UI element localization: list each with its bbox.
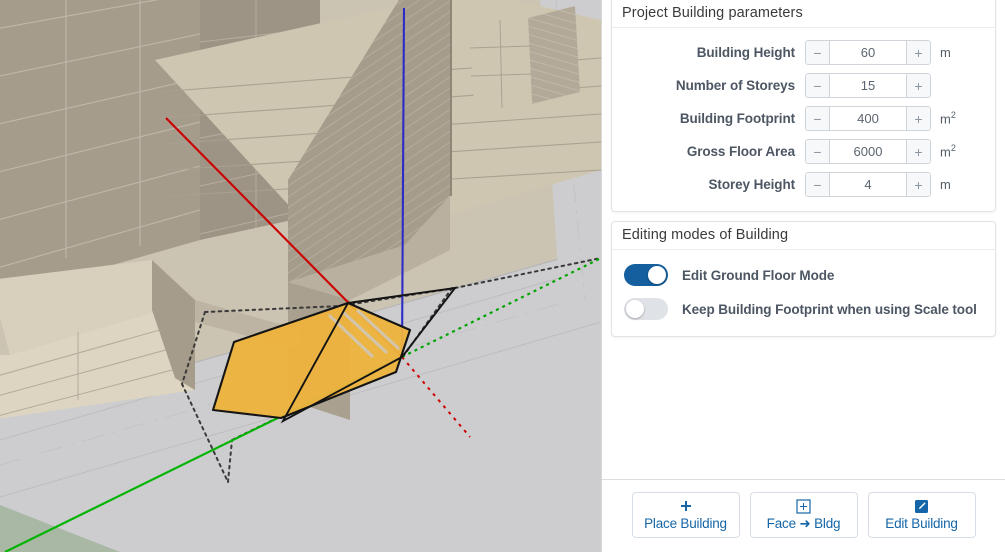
label-edit-ground-floor-mode: Edit Ground Floor Mode — [682, 267, 835, 283]
input-building-footprint[interactable]: 400 — [829, 106, 907, 131]
editing-modes-header: Editing modes of Building — [612, 222, 995, 250]
project-parameters-body: Building Height − 60 + m Number of Store… — [612, 28, 995, 211]
decrement-building-height[interactable]: − — [805, 40, 829, 65]
label-building-footprint: Building Footprint — [679, 111, 795, 126]
pencil-square-icon — [914, 498, 929, 515]
tower-slab-face-2 — [528, 6, 580, 104]
unit-text-building-height: m — [940, 45, 951, 60]
building-parameters-panel: Project Building parameters Building Hei… — [601, 0, 1005, 552]
project-parameters-header: Project Building parameters — [612, 0, 995, 28]
edit-building-label: Edit Building — [885, 516, 958, 531]
spinner-gross-floor-area: − 6000 + — [805, 139, 931, 164]
place-building-button[interactable]: Place Building — [631, 492, 740, 538]
editing-modes-card: Editing modes of Building Edit Ground Fl… — [611, 221, 996, 337]
spinner-number-of-storeys: − 15 + — [805, 73, 931, 98]
square-plus-icon — [796, 498, 811, 515]
unit-storey-height: m — [940, 177, 958, 192]
toggle-row-edit-ground-floor-mode: Edit Ground Floor Mode — [622, 258, 985, 292]
unit-building-footprint: m2 — [940, 110, 958, 126]
increment-building-height[interactable]: + — [907, 40, 931, 65]
spinner-storey-height: − 4 + — [805, 172, 931, 197]
label-number-of-storeys: Number of Storeys — [675, 78, 795, 93]
decrement-number-of-storeys[interactable]: − — [805, 73, 829, 98]
toggle-knob — [648, 266, 666, 284]
unit-text-building-footprint: m — [940, 111, 951, 127]
unit-gross-floor-area: m2 — [940, 143, 958, 159]
project-parameters-card: Project Building parameters Building Hei… — [611, 0, 996, 212]
increment-building-footprint[interactable]: + — [907, 106, 931, 131]
toggle-row-keep-building-footprint: Keep Building Footprint when using Scale… — [622, 292, 985, 326]
spinner-building-footprint: − 400 + — [805, 106, 931, 131]
label-gross-floor-area: Gross Floor Area — [686, 144, 795, 159]
increment-storey-height[interactable]: + — [907, 172, 931, 197]
increment-gross-floor-area[interactable]: + — [907, 139, 931, 164]
edit-building-button[interactable]: Edit Building — [867, 492, 976, 538]
editing-modes-body: Edit Ground Floor Mode Keep Building Foo… — [612, 250, 995, 336]
unit-text-gross-floor-area: m — [940, 144, 951, 160]
3d-model-viewport[interactable] — [0, 0, 601, 552]
decrement-gross-floor-area[interactable]: − — [805, 139, 829, 164]
label-building-height: Building Height — [696, 45, 795, 60]
param-row-building-footprint: Building Footprint − 400 + m2 — [622, 102, 985, 135]
spinner-building-height: − 60 + — [805, 40, 931, 65]
input-number-of-storeys[interactable]: 15 — [829, 73, 907, 98]
decrement-building-footprint[interactable]: − — [805, 106, 829, 131]
face-to-bldg-button[interactable]: Face ➜ Bldg — [749, 492, 858, 538]
panel-action-bar: Place Building Face ➜ Bldg Edit Building — [602, 479, 1005, 552]
unit-building-height: m — [940, 45, 958, 60]
label-keep-building-footprint: Keep Building Footprint when using Scale… — [682, 301, 977, 317]
param-row-number-of-storeys: Number of Storeys − 15 + — [622, 69, 985, 102]
label-storey-height: Storey Height — [708, 177, 796, 192]
panel-content: Project Building parameters Building Hei… — [602, 0, 1005, 479]
increment-number-of-storeys[interactable]: + — [907, 73, 931, 98]
decrement-storey-height[interactable]: − — [805, 172, 829, 197]
unit-sup-gross-floor-area: 2 — [950, 143, 956, 154]
unit-sup-building-footprint: 2 — [950, 110, 956, 121]
toggle-keep-building-footprint[interactable] — [624, 298, 668, 320]
input-gross-floor-area[interactable]: 6000 — [829, 139, 907, 164]
place-building-label: Place Building — [644, 516, 727, 531]
param-row-building-height: Building Height − 60 + m — [622, 36, 985, 69]
input-building-height[interactable]: 60 — [829, 40, 907, 65]
param-row-gross-floor-area: Gross Floor Area − 6000 + m2 — [622, 135, 985, 168]
param-row-storey-height: Storey Height − 4 + m — [622, 168, 985, 201]
toggle-edit-ground-floor-mode[interactable] — [624, 264, 668, 286]
unit-text-storey-height: m — [940, 177, 951, 192]
application-window: Project Building parameters Building Hei… — [0, 0, 1005, 552]
input-storey-height[interactable]: 4 — [829, 172, 907, 197]
plus-icon — [679, 498, 693, 515]
face-to-bldg-label: Face ➜ Bldg — [766, 516, 841, 531]
toggle-knob — [626, 300, 644, 318]
